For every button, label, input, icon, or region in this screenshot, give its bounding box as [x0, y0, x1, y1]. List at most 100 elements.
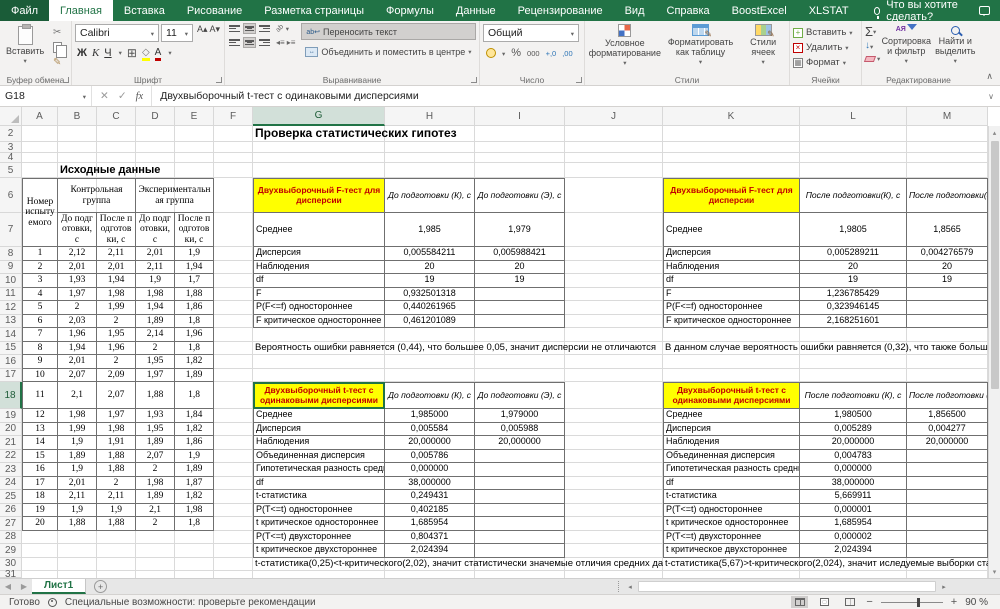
cell-G12[interactable]: P(F<=f) одностороннее — [253, 301, 385, 315]
cell-M10[interactable]: 19 — [907, 274, 988, 288]
formula-input[interactable]: Двухвыборочный t-тест с одинаковыми дисп… — [152, 90, 982, 102]
scrollbar-splitter[interactable] — [618, 581, 622, 592]
zoom-level[interactable]: 90 % — [965, 597, 988, 608]
row-header-28[interactable]: 28 — [0, 531, 22, 545]
column-header-B[interactable]: B — [58, 107, 97, 126]
cell-D24[interactable]: 1,98 — [136, 477, 175, 491]
cell-B23[interactable]: 1,9 — [58, 463, 97, 477]
cell-G22[interactable]: Объединенная дисперсия — [253, 450, 385, 464]
cell-H7[interactable]: 1,985 — [385, 213, 475, 247]
cancel-icon[interactable]: ✕ — [100, 90, 109, 102]
row-header-7[interactable]: 7 — [0, 213, 22, 247]
cell-I29[interactable] — [475, 544, 565, 558]
cell-A21[interactable]: 14 — [22, 436, 58, 450]
cell-H27[interactable]: 1,685954 — [385, 517, 475, 531]
percent-icon[interactable]: % — [511, 47, 521, 59]
cell-K8[interactable]: Дисперсия — [663, 247, 800, 261]
cell-A15[interactable]: 8 — [22, 342, 58, 356]
cell-I27[interactable] — [475, 517, 565, 531]
cell-G8[interactable]: Дисперсия — [253, 247, 385, 261]
cell-L10[interactable]: 19 — [800, 274, 907, 288]
column-header-F[interactable]: F — [214, 107, 253, 126]
cell-K18[interactable]: Двухвыборочный t-тест с одинаковыми дисп… — [663, 382, 800, 409]
font-size-select[interactable]: 11 ▾ — [161, 24, 193, 42]
cell-K12[interactable]: P(F<=f) одностороннее — [663, 301, 800, 315]
cell-L11[interactable]: 1,236785429 — [800, 288, 907, 302]
cell-K19[interactable]: Среднее — [663, 409, 800, 423]
comment-icon[interactable] — [979, 6, 990, 15]
cell-B18[interactable]: 2,1 — [58, 382, 97, 409]
cell-K28[interactable]: P(T<=t) двухстороннее — [663, 531, 800, 545]
cell-D7[interactable]: До подготовки, с — [136, 213, 175, 247]
column-header-A[interactable]: A — [22, 107, 58, 126]
row-header-17[interactable]: 17 — [0, 369, 22, 383]
tab-Разметка страницы[interactable]: Разметка страницы — [253, 0, 375, 21]
cell-A26[interactable]: 19 — [22, 504, 58, 518]
cell-C7[interactable]: После подготовки, с — [97, 213, 136, 247]
cell-A8[interactable]: 1 — [22, 247, 58, 261]
cell-M22[interactable] — [907, 450, 988, 464]
cell-G28[interactable]: P(T<=t) двухстороннее — [253, 531, 385, 545]
zoom-in-icon[interactable]: + — [951, 596, 957, 608]
decrease-decimal-icon[interactable]: ,00 — [562, 49, 572, 58]
cell-D10[interactable]: 1,9 — [136, 274, 175, 288]
cell-B5[interactable]: Исходные данные — [58, 163, 175, 178]
cell-C9[interactable]: 2,01 — [97, 261, 136, 275]
currency-icon[interactable] — [486, 48, 496, 58]
cell-E10[interactable]: 1,7 — [175, 274, 214, 288]
horizontal-scrollbar[interactable]: ◂ ▸ — [618, 581, 950, 592]
cell-A17[interactable]: 10 — [22, 369, 58, 383]
decrease-indent-icon[interactable]: ◂≡ — [276, 38, 285, 47]
horizontal-scroll-thumb[interactable] — [638, 581, 936, 592]
italic-icon[interactable]: К — [92, 47, 99, 59]
number-format-select[interactable]: Общий ▾ — [483, 24, 579, 42]
select-all-corner[interactable] — [0, 107, 22, 126]
cell-L13[interactable]: 2,168251601 — [800, 315, 907, 329]
cell-L23[interactable]: 0,000000 — [800, 463, 907, 477]
cell-B27[interactable]: 1,88 — [58, 517, 97, 531]
format-cells-button[interactable]: ▦ Формат ▾ — [793, 55, 859, 70]
autosum-button[interactable]: Σ▾ — [865, 25, 880, 38]
delete-cells-button[interactable]: × Удалить ▾ — [793, 40, 859, 55]
sheet-nav-right-icon[interactable]: ▶ — [16, 579, 32, 594]
cell-M8[interactable]: 0,004276579 — [907, 247, 988, 261]
cell-G11[interactable]: F — [253, 288, 385, 302]
cell-L26[interactable]: 0,000001 — [800, 504, 907, 518]
align-left-icon[interactable] — [228, 37, 241, 48]
cell-L22[interactable]: 0,004783 — [800, 450, 907, 464]
zoom-slider[interactable] — [881, 602, 943, 603]
enter-icon[interactable]: ✓ — [118, 90, 127, 102]
cell-C12[interactable]: 1,99 — [97, 301, 136, 315]
cell-A9[interactable]: 2 — [22, 261, 58, 275]
row-header-23[interactable]: 23 — [0, 463, 22, 477]
cell-H9[interactable]: 20 — [385, 261, 475, 275]
grow-font-icon[interactable]: А▴ — [197, 24, 208, 35]
cell-I13[interactable] — [475, 315, 565, 329]
cell-C23[interactable]: 1,88 — [97, 463, 136, 477]
cell-G18[interactable]: Двухвыборочный t-тест с одинаковыми дисп… — [253, 382, 385, 409]
cell-H24[interactable]: 38,000000 — [385, 477, 475, 491]
cell-L28[interactable]: 0,000002 — [800, 531, 907, 545]
cell-B15[interactable]: 1,94 — [58, 342, 97, 356]
cell-G20[interactable]: Дисперсия — [253, 423, 385, 437]
cell-A27[interactable]: 20 — [22, 517, 58, 531]
sheet-nav-left-icon[interactable]: ◀ — [0, 579, 16, 594]
cell-A24[interactable]: 17 — [22, 477, 58, 491]
cell-A22[interactable]: 15 — [22, 450, 58, 464]
cell-L6[interactable]: После подготовки(К), с — [800, 178, 907, 213]
cell-D16[interactable]: 1,95 — [136, 355, 175, 369]
align-center-icon[interactable] — [243, 37, 256, 48]
cell-E12[interactable]: 1,86 — [175, 301, 214, 315]
cell-I10[interactable]: 19 — [475, 274, 565, 288]
cell-E17[interactable]: 1,89 — [175, 369, 214, 383]
column-header-I[interactable]: I — [475, 107, 565, 126]
cell-I18[interactable]: До подготовки (Э), с — [475, 382, 565, 409]
cell-E14[interactable]: 1,96 — [175, 328, 214, 342]
cell-C22[interactable]: 1,88 — [97, 450, 136, 464]
dialog-launcher-icon[interactable] — [216, 77, 222, 83]
cell-H25[interactable]: 0,249431 — [385, 490, 475, 504]
cell-L8[interactable]: 0,005289211 — [800, 247, 907, 261]
cell-B14[interactable]: 1,96 — [58, 328, 97, 342]
cell-D23[interactable]: 2 — [136, 463, 175, 477]
cell-B8[interactable]: 2,12 — [58, 247, 97, 261]
